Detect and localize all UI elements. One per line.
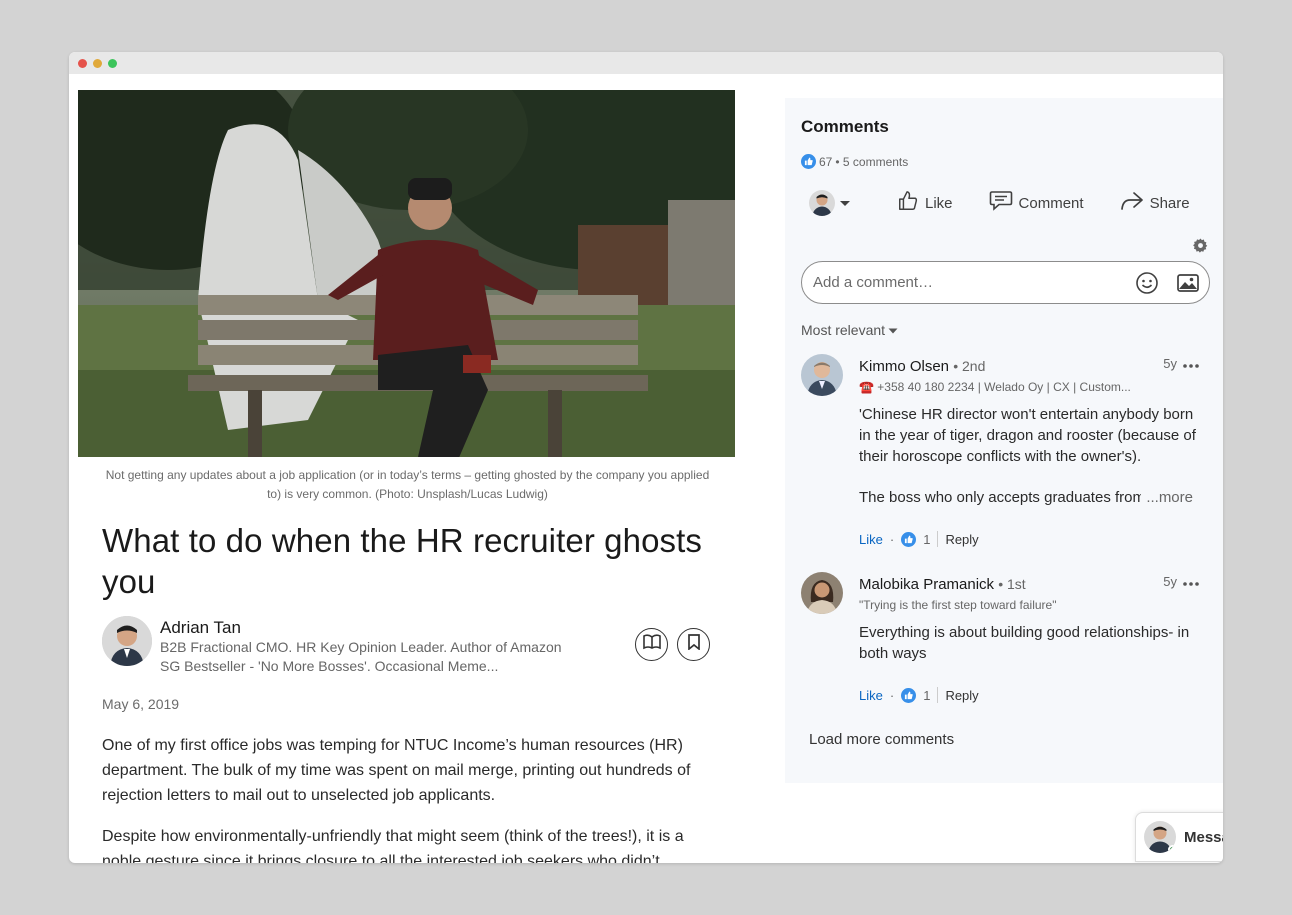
article-body: One of my first office jobs was temping … xyxy=(102,733,712,863)
paragraph: Despite how environmentally-unfriendly t… xyxy=(102,828,684,863)
bookmark-icon xyxy=(687,634,701,655)
reply-button[interactable]: Reply xyxy=(945,688,978,703)
author-name[interactable]: Adrian Tan xyxy=(160,618,241,638)
save-article-button[interactable] xyxy=(677,628,710,661)
comment-meta: 5y xyxy=(1163,356,1199,371)
comment-text-continued: The boss who only accepts graduates from… xyxy=(859,487,1193,508)
comment-like-button[interactable]: Like xyxy=(859,532,883,547)
sort-dropdown[interactable]: Most relevant xyxy=(801,322,898,338)
like-button[interactable]: Like xyxy=(897,190,953,216)
connection-degree: • 2nd xyxy=(953,358,986,374)
thumbs-up-outline-icon xyxy=(897,190,919,216)
reply-button[interactable]: Reply xyxy=(945,532,978,547)
maximize-window-dot[interactable] xyxy=(108,58,117,68)
like-label: Like xyxy=(925,194,953,212)
thumbs-up-icon xyxy=(801,154,816,169)
add-comment-placeholder: Add a comment… xyxy=(813,274,934,291)
comment-label: Comment xyxy=(1018,194,1084,212)
separator-dot: · xyxy=(889,531,895,547)
messaging-avatar xyxy=(1144,821,1176,853)
comment-text-line: The boss who only accepts graduates from xyxy=(859,489,1141,506)
add-comment-input[interactable]: Add a comment… xyxy=(801,261,1210,304)
author-bio: B2B Fractional CMO. HR Key Opinion Leade… xyxy=(160,639,562,674)
commenter-avatar[interactable] xyxy=(801,572,843,614)
share-button[interactable]: Share xyxy=(1120,191,1190,215)
comment-text: 'Chinese HR director won't entertain any… xyxy=(859,406,1196,465)
caret-down-icon xyxy=(839,195,851,212)
more-options-icon[interactable] xyxy=(1183,574,1199,589)
connection-degree: • 1st xyxy=(998,576,1026,592)
comment-like-count[interactable]: 1 xyxy=(923,532,930,547)
commenter-name-line[interactable]: Kimmo Olsen • 2nd xyxy=(859,358,985,375)
commenter-avatar[interactable] xyxy=(801,354,843,396)
sort-label: Most relevant xyxy=(801,322,886,338)
emoji-icon[interactable] xyxy=(1135,271,1159,299)
comment-time: 5y xyxy=(1163,574,1177,589)
messaging-label: Messa xyxy=(1184,828,1223,846)
comment-text: Everything is about building good relati… xyxy=(859,624,1190,662)
publish-date: May 6, 2019 xyxy=(102,696,180,712)
share-arrow-icon xyxy=(1120,191,1144,215)
comment-item: Malobika Pramanick • 1st "Trying is the … xyxy=(801,572,1211,712)
divider xyxy=(937,687,939,703)
share-label: Share xyxy=(1149,194,1190,212)
thumbs-up-icon xyxy=(901,687,917,703)
speech-bubble-icon xyxy=(989,190,1013,216)
separator-dot: · xyxy=(889,687,895,703)
gear-icon[interactable] xyxy=(1193,238,1208,258)
open-book-icon xyxy=(642,634,661,655)
image-icon[interactable] xyxy=(1176,271,1200,299)
title-bar xyxy=(69,52,1223,74)
reaction-count: 67 xyxy=(819,154,833,169)
article-title: What to do when the HR recruiter ghosts … xyxy=(102,522,703,600)
hero-image xyxy=(78,90,735,457)
see-more-link[interactable]: ...more xyxy=(1146,487,1193,508)
reader-mode-button[interactable] xyxy=(635,628,668,661)
comment-like-button[interactable]: Like xyxy=(859,688,883,703)
close-window-dot[interactable] xyxy=(78,58,87,68)
comment-time: 5y xyxy=(1163,356,1177,371)
commenter-name-line[interactable]: Malobika Pramanick • 1st xyxy=(859,576,1026,593)
action-bar: Like Comment Share xyxy=(809,190,1190,216)
commenter-headline: ☎️ +358 40 180 2234 | Welado Oy | CX | C… xyxy=(859,380,1131,394)
minimize-window-dot[interactable] xyxy=(93,58,102,68)
paragraph: One of my first office jobs was temping … xyxy=(102,737,691,804)
thumbs-up-icon xyxy=(901,531,917,547)
more-options-icon[interactable] xyxy=(1183,356,1199,371)
hero-caption: Not getting any updates about a job appl… xyxy=(105,468,710,501)
user-avatar xyxy=(809,190,835,216)
commenter-headline: "Trying is the first step toward failure… xyxy=(859,598,1057,612)
load-more-comments-button[interactable]: Load more comments xyxy=(809,731,954,748)
comment-like-count[interactable]: 1 xyxy=(923,688,930,703)
commenter-name: Malobika Pramanick xyxy=(859,576,995,593)
browser-window: Not getting any updates about a job appl… xyxy=(69,52,1223,863)
caret-down-icon xyxy=(888,322,898,338)
comment-count[interactable]: • 5 comments xyxy=(835,155,908,169)
comment-footer: Like · 1 Reply xyxy=(859,687,979,703)
comment-item: Kimmo Olsen • 2nd ☎️ +358 40 180 2234 | … xyxy=(801,354,1211,554)
online-status-dot xyxy=(1168,845,1176,853)
comment-meta: 5y xyxy=(1163,574,1199,589)
reaction-summary[interactable]: 67 • 5 comments xyxy=(801,154,908,169)
actor-switcher[interactable] xyxy=(809,190,851,216)
comments-title: Comments xyxy=(801,117,889,136)
comment-button[interactable]: Comment xyxy=(989,190,1084,216)
messaging-widget[interactable]: Messa xyxy=(1135,812,1223,862)
comments-panel: Comments 67 • 5 comments Like Comment Sh… xyxy=(785,98,1223,783)
divider xyxy=(937,531,939,547)
commenter-name: Kimmo Olsen xyxy=(859,358,950,375)
comment-footer: Like · 1 Reply xyxy=(859,531,979,547)
author-avatar[interactable] xyxy=(102,616,152,666)
